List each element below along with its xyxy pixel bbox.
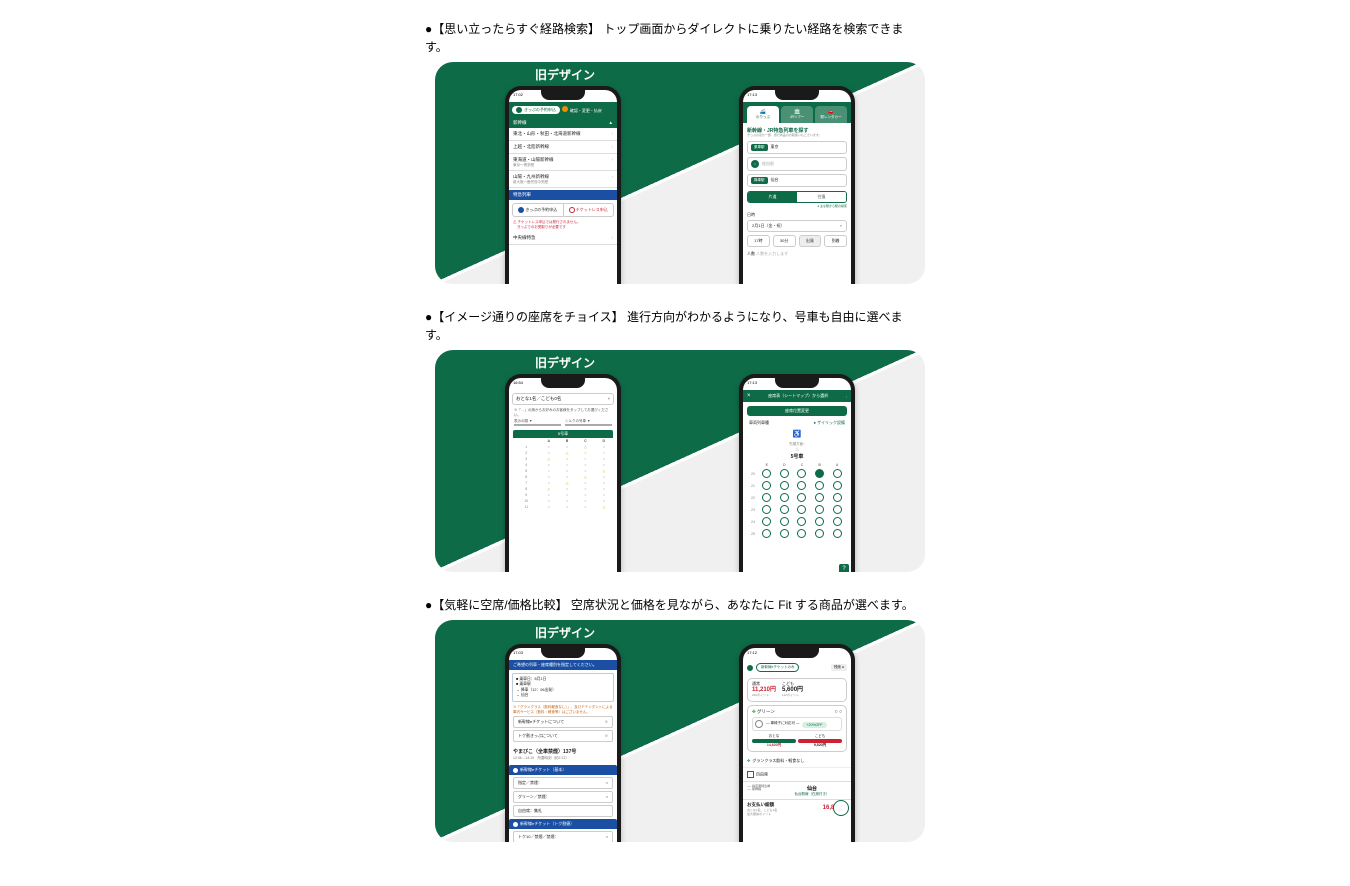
label-new-2: 新デザイン [765,354,825,371]
departure-field[interactable]: 乗車駅東京 [747,141,847,154]
granclass-row[interactable]: ✤グランクラス飲料・軽食なし [743,755,851,767]
eticket-discount-row[interactable]: 新幹線eチケット（トク割値） [509,819,617,829]
book-ticket-button[interactable]: きっぷの予約申込 [512,106,560,114]
change-seat-position-button[interactable]: 座席位置変更 [747,406,847,416]
train-time: 12:06→14:19 所要時刻（約2:13） [509,756,617,763]
comparison-3: 旧デザイン 新デザイン 17:03 ご希望の列車・座席種別を指定してください。 … [435,620,925,842]
chuo-line-row[interactable]: 中央線特急› [509,232,617,245]
phone-old-1: 17:02 きっぷの予約申込 確認・変更・払戻 新幹線▲ 東北・山形・秋田・北海… [505,86,621,284]
seatmap-titlebar: × 座席表（シートマップ）から選択 › [743,390,851,402]
fare-option-row[interactable]: グリーン／禁煙：○ [513,791,613,803]
seat-grid-old[interactable]: ABCD 1234567891011 [513,438,613,510]
mascot-icon [833,800,849,816]
swap-icon[interactable]: ↕ [751,160,759,168]
green-car-icon: ✤ [752,709,756,714]
granclass-icon: ✤ [747,758,750,763]
label-old-3: 旧デザイン [535,624,595,641]
arrival-field[interactable]: 降車駅仙台 [747,174,847,187]
tab-ticket[interactable]: 🚄のりっぷ [747,106,779,123]
ticket-book-option[interactable]: きっぷの予約申込 [513,204,563,216]
ticketless-alert-sub: きっぷでのお受取りが必要です [509,225,617,230]
eticket-info-row[interactable]: 新幹線eチケットについて⊕ [513,716,613,728]
confirm-change-tab[interactable]: 確認・変更・払戻 [562,106,602,114]
wheelchair-icon: ♿ [743,430,851,438]
wheelchair-option-radio[interactable]: — 車椅子に対応可 — +20%OFF [752,717,842,731]
minute-select[interactable]: 30分 [773,235,796,247]
granclass-notice: ※「グランクラス（飲料軽食なし）」、及びアテンダントによる車内サービス（飲料・軽… [509,705,617,714]
caption-1: ●【思い立ったらすぐ経路検索】 トップ画面からダイレクトに乗りたい経路を検索でき… [425,20,925,56]
caption-3: ●【気軽に空席/価格比較】 空席状況と価格を見ながら、あなたに Fit する商品… [425,596,925,614]
train-name: やまびこ（全車禁煙）137号 [509,744,617,756]
line-row[interactable]: 上越・北陸新幹線› [509,141,617,154]
status-dot-icon [747,665,753,671]
search-subtext: きっぷのほか一部、旅行商品のお取扱いもございます。 [747,134,847,138]
direction-arrow-icon: △ [743,447,851,451]
car-label-old: 5号車 [513,430,613,438]
availability-badge: 残席 ● [831,664,847,671]
major-stations-link[interactable]: ● 主な駅から駅の検索 [747,204,847,208]
car-label-new: 5号車 [743,453,851,460]
sort-select-1[interactable]: 表示の順 ▼ [514,419,561,426]
hour-select[interactable]: 17時 [747,235,770,247]
itinerary-card: 乗車日：8月1日 乗車駅 → 降車（12：06出発） → 仙台 [512,673,614,702]
label-old-2: 旧デザイン [535,354,595,371]
depart-mode-button[interactable]: 出発 [799,235,822,247]
line-row[interactable]: 山陽・九州新幹線新大阪〜鹿児島中央間› [509,171,617,188]
top-tabbar: 🚄のりっぷ 🏛JRツアー 🚗駅レンタカー [743,102,851,123]
eticket-basic-row[interactable]: 新幹線eチケット（基本） [509,765,617,775]
comparison-2: 旧デザイン 新デザイン 16:54 おとな1名／こども0名 ▾ ※「…」の席から… [435,350,925,572]
filter-eticket-only[interactable]: 新幹線eチケットのみ [756,663,799,672]
help-icon[interactable]: ? [839,564,849,572]
line-row[interactable]: 東海道・山陽新幹線東京〜博多間› [509,154,617,171]
sort-select-2[interactable]: シルクの号車 ▼ [565,419,612,426]
phone-new-2: 17:13 × 座席表（シートマップ）から選択 › 座席位置変更 車両列車種 ●… [739,374,855,572]
seat-note: ※「…」の席からお好みのお客様をタップしてお選びください。 [509,408,617,417]
fare-option-row[interactable]: 自由席：集札 [513,805,613,817]
phone-new-3: 17:12 新幹線eチケットのみ 残席 ● 通常11,210円226ポイント こ… [739,644,855,842]
phone-old-3: 17:03 ご希望の列車・座席種別を指定してください。 乗車日：8月1日 乗車駅… [505,644,621,842]
label-old-1: 旧デザイン [535,66,595,83]
square-icon [747,771,754,778]
via-field[interactable]: ↕ 経由駅 [747,157,847,171]
section-price-compare: ●【気軽に空席/価格比較】 空席状況と価格を見ながら、あなたに Fit する商品… [425,596,925,842]
arrive-mode-button[interactable]: 到着 [824,235,847,247]
line-row[interactable]: 東北・山形・秋田・北海道新幹線› [509,128,617,141]
phone-new-1: 17:13 🚄のりっぷ 🏛JRツアー 🚗駅レンタカー 新幹線・JR特急列車を探す… [739,86,855,284]
label-new-1: 新デザイン [765,66,825,83]
phone-old-2: 16:54 おとな1名／こども0名 ▾ ※「…」の席からお好みのお客様をタップし… [505,374,621,572]
tab-tour[interactable]: 🏛JRツアー [781,106,813,123]
label-new-3: 新デザイン [765,624,825,641]
instruction-header: ご希望の列車・座席種別を指定してください。 [509,660,617,670]
price-card-green[interactable]: ✤ グリーン ○ ○ — 車椅子に対応可 — +20%OFF おとな14,620… [747,705,847,752]
caption-2: ●【イメージ通りの座席をチョイス】 進行方向がわかるようになり、号車も自由に選べ… [425,308,925,344]
section-header-limited-express: 特急列車 [509,190,617,200]
close-icon[interactable]: × [747,393,751,399]
facility-link[interactable]: ● ザイリック設備 [813,420,845,426]
ticketless-option[interactable]: チケットレス申込 [563,204,614,216]
date-label: 日時 [747,212,847,218]
passenger-summary[interactable]: おとな1名／こども0名 ▾ [512,393,614,405]
comparison-1: 旧デザイン 新デザイン 17:02 きっぷの予約申込 確認・変更・払戻 新幹線▲ [435,62,925,284]
non-reserved-row[interactable]: 自由席 [743,767,851,781]
date-select[interactable]: 2月1日（金・祝）▾ [747,220,847,232]
section-seat-select: ●【イメージ通りの座席をチョイス】 進行方向がわかるようになり、号車も自由に選べ… [425,308,925,572]
trip-type-segment[interactable]: 片道 往復 [747,191,847,203]
section-route-search: ●【思い立ったらすぐ経路検索】 トップ画面からダイレクトに乗りたい経路を検索でき… [425,20,925,284]
tab-rentalcar[interactable]: 🚗駅レンタカー [815,106,847,123]
route-summary: ── 指定席特急券── 新幹線 仙台 仙台駅線（在席付き） [743,781,851,799]
fare-option-row[interactable]: 指定／禁煙：○ [513,777,613,789]
availability-icon: ○ ○ [835,709,842,715]
discount-info-row[interactable]: トク割きっぷについて⊕ [513,730,613,742]
seat-grid-new[interactable]: EDCBA 202122232425 [748,462,846,540]
pax-label: 人数 人数を入力します [747,251,847,257]
train-type-label: 車両列車種 [749,420,769,426]
section-header-shinkansen: 新幹線▲ [509,118,617,128]
price-card-reserved[interactable]: 通常11,210円226ポイント こども5,600円112ポイント [747,678,847,702]
fare-option-row[interactable]: トク10／禁煙／禁煙：○ [513,831,613,842]
